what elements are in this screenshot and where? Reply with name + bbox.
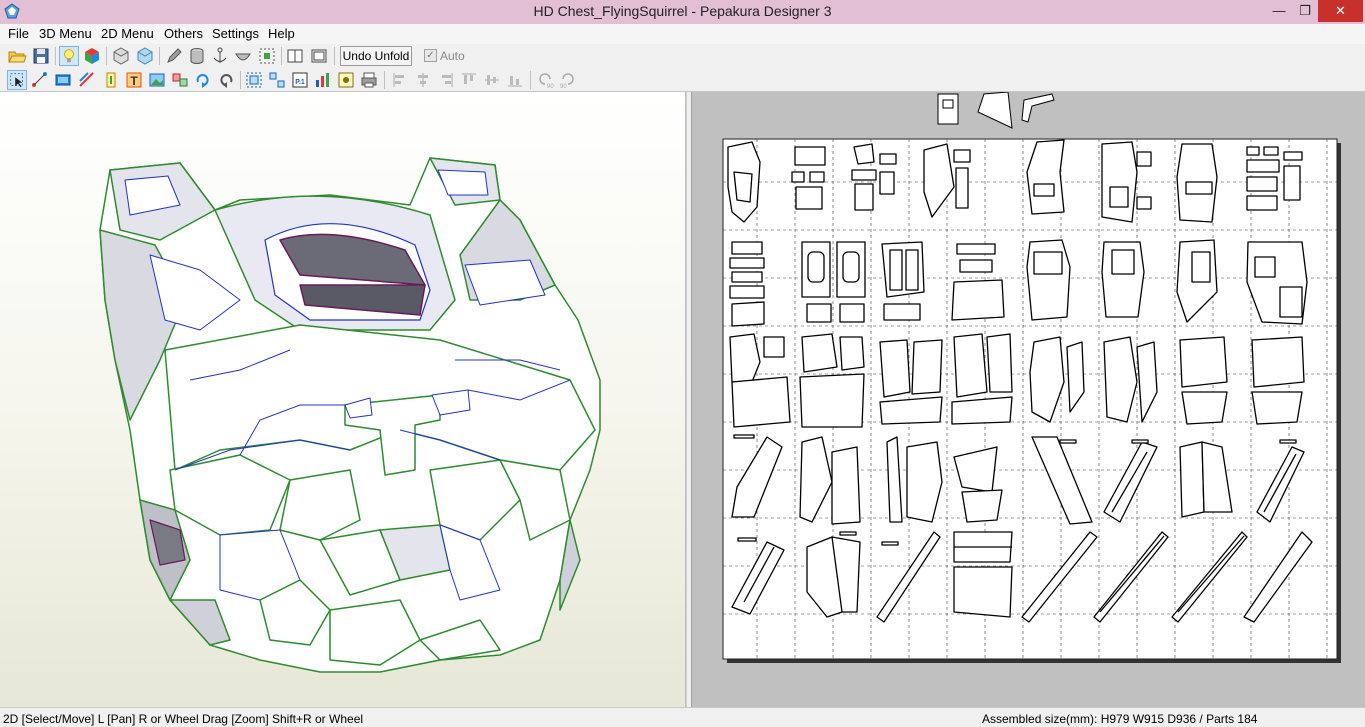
unfold-layout-sheet[interactable]: [692, 91, 1365, 707]
3d-view-pane[interactable]: [0, 92, 686, 707]
align-middle-icon[interactable]: [482, 70, 502, 90]
rotate-cw-icon[interactable]: [193, 70, 213, 90]
svg-text:T: T: [130, 74, 138, 88]
rotate-90-cw-icon[interactable]: 90: [558, 70, 578, 90]
rotate-ccw-icon[interactable]: [216, 70, 236, 90]
pencil-icon[interactable]: [164, 46, 184, 66]
undo-unfold-button[interactable]: Undo Unfold: [340, 46, 412, 66]
menu-file[interactable]: File: [5, 26, 32, 41]
toolbar-separator: [240, 71, 241, 89]
print-icon[interactable]: [359, 70, 379, 90]
toolbar-separator: [384, 71, 385, 89]
single-view-icon[interactable]: [285, 46, 305, 66]
anchor-icon[interactable]: [210, 46, 230, 66]
light-bulb-icon[interactable]: [59, 46, 79, 66]
join-icon[interactable]: [170, 70, 190, 90]
offpage-parts: [937, 91, 1055, 129]
rotate-90-ccw-icon[interactable]: 90: [535, 70, 555, 90]
menu-settings[interactable]: Settings: [209, 26, 262, 41]
menu-help[interactable]: Help: [265, 26, 298, 41]
text-tool-icon[interactable]: T: [124, 70, 144, 90]
select-face-icon[interactable]: [257, 46, 277, 66]
align-center-icon[interactable]: [413, 70, 433, 90]
menu-bar: File 3D Menu 2D Menu Others Settings Hel…: [0, 24, 1365, 44]
svg-text:90: 90: [560, 84, 567, 90]
image-tool-icon[interactable]: [147, 70, 167, 90]
title-bar: HD Chest_FlyingSquirrel - Pepakura Desig…: [0, 0, 1365, 24]
align-top-icon[interactable]: [459, 70, 479, 90]
align-right-icon[interactable]: [436, 70, 456, 90]
split-view-icon[interactable]: [309, 46, 329, 66]
align-bottom-icon[interactable]: [505, 70, 525, 90]
save-icon[interactable]: [31, 46, 51, 66]
layout-flip-icon[interactable]: [267, 70, 287, 90]
toolbar-separator: [334, 47, 335, 65]
auto-checkbox[interactable]: ✓: [424, 49, 437, 62]
page-settings-icon[interactable]: [336, 70, 356, 90]
cube-texture-icon[interactable]: [135, 46, 155, 66]
main-toolbar: Undo Unfold ✓ Auto: [0, 44, 1365, 68]
toolbar-separator: [281, 47, 282, 65]
close-button[interactable]: ✕: [1318, 0, 1363, 22]
menu-2d[interactable]: 2D Menu: [98, 26, 157, 41]
bowl-icon[interactable]: [233, 46, 253, 66]
page-p1-icon[interactable]: P.1: [290, 70, 310, 90]
color-cube-icon[interactable]: [82, 46, 102, 66]
window-title: HD Chest_FlyingSquirrel - Pepakura Desig…: [533, 3, 832, 19]
bar-chart-icon[interactable]: [313, 70, 333, 90]
toolbar-separator: [530, 71, 531, 89]
status-bar: 2D [Select/Move] L [Pan] R or Wheel Drag…: [0, 707, 1365, 727]
cube-wire-icon[interactable]: [111, 46, 131, 66]
texture-icon[interactable]: [53, 70, 73, 90]
menu-others[interactable]: Others: [161, 26, 206, 41]
toolbar-separator: [159, 47, 160, 65]
crease-icon[interactable]: [77, 70, 97, 90]
svg-text:90: 90: [547, 84, 554, 90]
tools-toolbar: T P.1 90 90: [0, 68, 1365, 92]
select-move-icon[interactable]: [7, 70, 27, 90]
maximize-button[interactable]: ❐: [1291, 0, 1319, 22]
flap-icon[interactable]: [101, 70, 121, 90]
auto-label: Auto: [440, 49, 465, 63]
minimize-button[interactable]: —: [1265, 0, 1293, 22]
2d-view-pane[interactable]: [692, 91, 1365, 707]
assembled-size-readout: Assembled size(mm): H979 W915 D936 / Par…: [982, 712, 1258, 726]
status-hint: 2D [Select/Move] L [Pan] R or Wheel Drag…: [3, 712, 364, 726]
edge-icon[interactable]: [30, 70, 50, 90]
layout-grid-icon[interactable]: [244, 70, 264, 90]
toolbar-separator: [106, 47, 107, 65]
open-icon[interactable]: [7, 46, 27, 66]
chest-armor-3d-model[interactable]: [0, 92, 686, 707]
toolbar-separator: [55, 47, 56, 65]
align-left-icon[interactable]: [390, 70, 410, 90]
cylinder-icon[interactable]: [187, 46, 207, 66]
svg-text:P.1: P.1: [295, 79, 305, 86]
menu-3d[interactable]: 3D Menu: [36, 26, 95, 41]
